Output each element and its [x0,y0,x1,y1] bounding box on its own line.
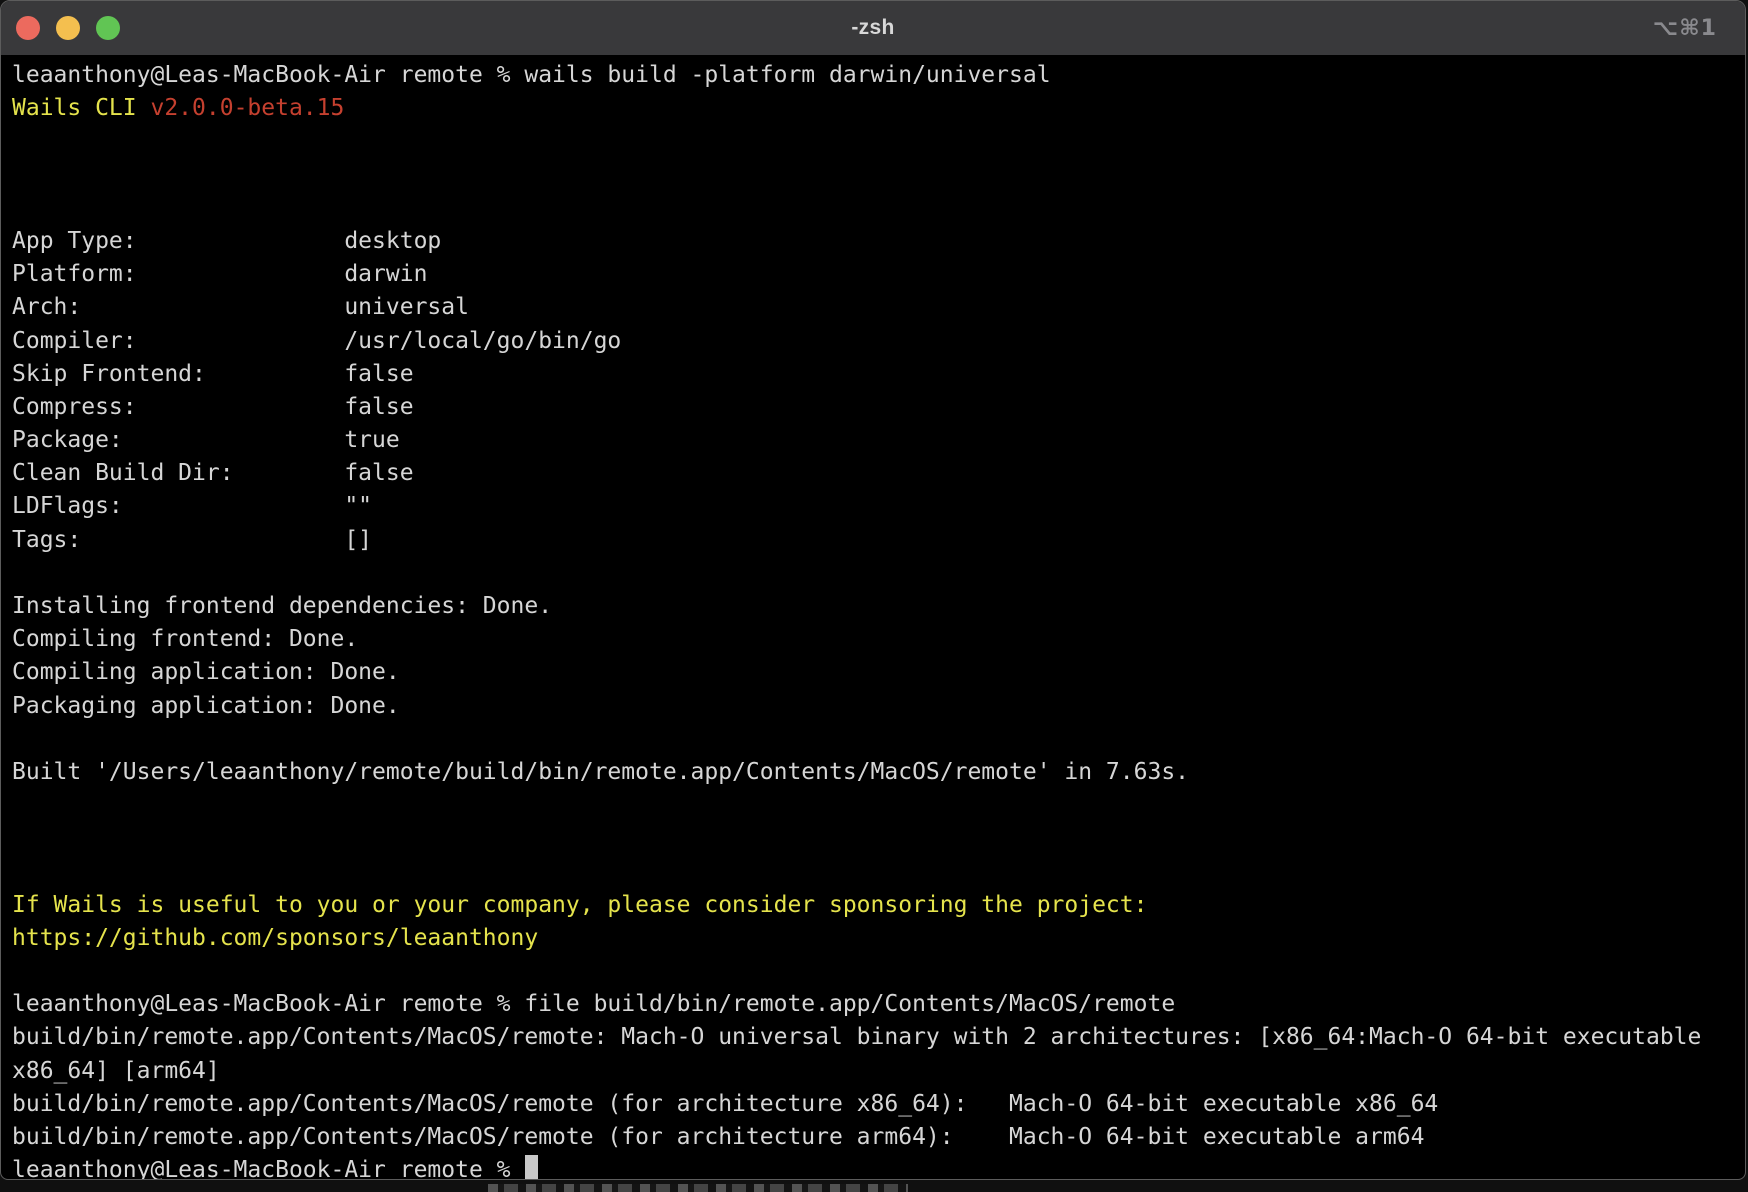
terminal-line: x86_64] [arm64] [12,1055,1735,1088]
terminal-text-segment: Skip Frontend: false [12,361,414,387]
terminal-line: Built '/Users/leaanthony/remote/build/bi… [12,756,1735,789]
window-titlebar[interactable]: -zsh ⌥⌘1 [1,1,1745,55]
terminal-line: Wails CLI v2.0.0-beta.15 [12,92,1735,125]
terminal-line [12,557,1735,590]
terminal-text-segment: https://github.com/sponsors/leaanthony [12,925,538,951]
terminal-line [12,789,1735,822]
terminal-text-segment: Compress: false [12,394,414,420]
terminal-line [12,822,1735,855]
terminal-line: leaanthony@Leas-MacBook-Air remote % fil… [12,988,1735,1021]
terminal-text-segment: Wails CLI [12,95,150,121]
terminal-text-segment: Installing frontend dependencies: Done. [12,593,552,619]
terminal-text-segment: Compiler: /usr/local/go/bin/go [12,328,621,354]
terminal-line [12,125,1735,158]
terminal-text-segment: Compiling application: Done. [12,659,400,685]
traffic-light-minimize-button[interactable] [56,16,80,40]
terminal-text-segment: If Wails is useful to you or your compan… [12,892,1147,918]
terminal-text-segment: Tags: [] [12,527,372,553]
terminal-line: build/bin/remote.app/Contents/MacOS/remo… [12,1088,1735,1121]
terminal-line: Tags: [] [12,524,1735,557]
terminal-line: leaanthony@Leas-MacBook-Air remote % wai… [12,59,1735,92]
window-title: -zsh [851,16,894,40]
terminal-text-segment: x86_64] [arm64] [12,1058,220,1084]
terminal-line: Arch: universal [12,291,1735,324]
terminal-text-segment: Packaging application: Done. [12,693,400,719]
terminal-line: Compiling frontend: Done. [12,623,1735,656]
terminal-line [12,856,1735,889]
background-window-sliver [488,1184,908,1192]
terminal-line: leaanthony@Leas-MacBook-Air remote % [12,1154,1735,1180]
terminal-line: Installing frontend dependencies: Done. [12,590,1735,623]
terminal-text-segment: Clean Build Dir: false [12,460,414,486]
terminal-line: Packaging application: Done. [12,690,1735,723]
traffic-light-close-button[interactable] [16,16,40,40]
terminal-line [12,192,1735,225]
terminal-text-segment: Built '/Users/leaanthony/remote/build/bi… [12,759,1189,785]
terminal-text-segment: LDFlags: "" [12,493,372,519]
terminal-text-segment: build/bin/remote.app/Contents/MacOS/remo… [12,1091,1438,1117]
terminal-text-segment: v2.0.0-beta.15 [150,95,344,121]
terminal-output[interactable]: leaanthony@Leas-MacBook-Air remote % wai… [1,55,1745,1180]
terminal-text-segment: leaanthony@Leas-MacBook-Air remote % wai… [12,62,1051,88]
terminal-text-segment: build/bin/remote.app/Contents/MacOS/remo… [12,1024,1701,1050]
terminal-line [12,159,1735,192]
terminal-line: Clean Build Dir: false [12,457,1735,490]
terminal-line [12,955,1735,988]
terminal-text-segment: Arch: universal [12,294,469,320]
terminal-line: If Wails is useful to you or your compan… [12,889,1735,922]
terminal-line: Skip Frontend: false [12,358,1735,391]
terminal-window: -zsh ⌥⌘1 leaanthony@Leas-MacBook-Air rem… [0,0,1746,1180]
terminal-text-segment: App Type: desktop [12,228,441,254]
terminal-line: LDFlags: "" [12,490,1735,523]
terminal-text-segment: leaanthony@Leas-MacBook-Air remote % [12,1157,524,1180]
traffic-lights [16,1,120,55]
terminal-line: https://github.com/sponsors/leaanthony [12,922,1735,955]
terminal-text-segment: build/bin/remote.app/Contents/MacOS/remo… [12,1124,1424,1150]
terminal-line: Package: true [12,424,1735,457]
terminal-text-segment: Compiling frontend: Done. [12,626,358,652]
terminal-line: build/bin/remote.app/Contents/MacOS/remo… [12,1121,1735,1154]
window-shortcut-badge: ⌥⌘1 [1653,1,1717,55]
terminal-line: Compiling application: Done. [12,656,1735,689]
terminal-text-segment: Package: true [12,427,400,453]
terminal-line [12,723,1735,756]
traffic-light-zoom-button[interactable] [96,16,120,40]
terminal-line: build/bin/remote.app/Contents/MacOS/remo… [12,1021,1735,1054]
terminal-text-segment: leaanthony@Leas-MacBook-Air remote % fil… [12,991,1175,1017]
terminal-line: Compiler: /usr/local/go/bin/go [12,325,1735,358]
terminal-text-segment: Platform: darwin [12,261,427,287]
terminal-cursor [525,1155,538,1180]
terminal-line: App Type: desktop [12,225,1735,258]
terminal-line: Compress: false [12,391,1735,424]
terminal-line: Platform: darwin [12,258,1735,291]
